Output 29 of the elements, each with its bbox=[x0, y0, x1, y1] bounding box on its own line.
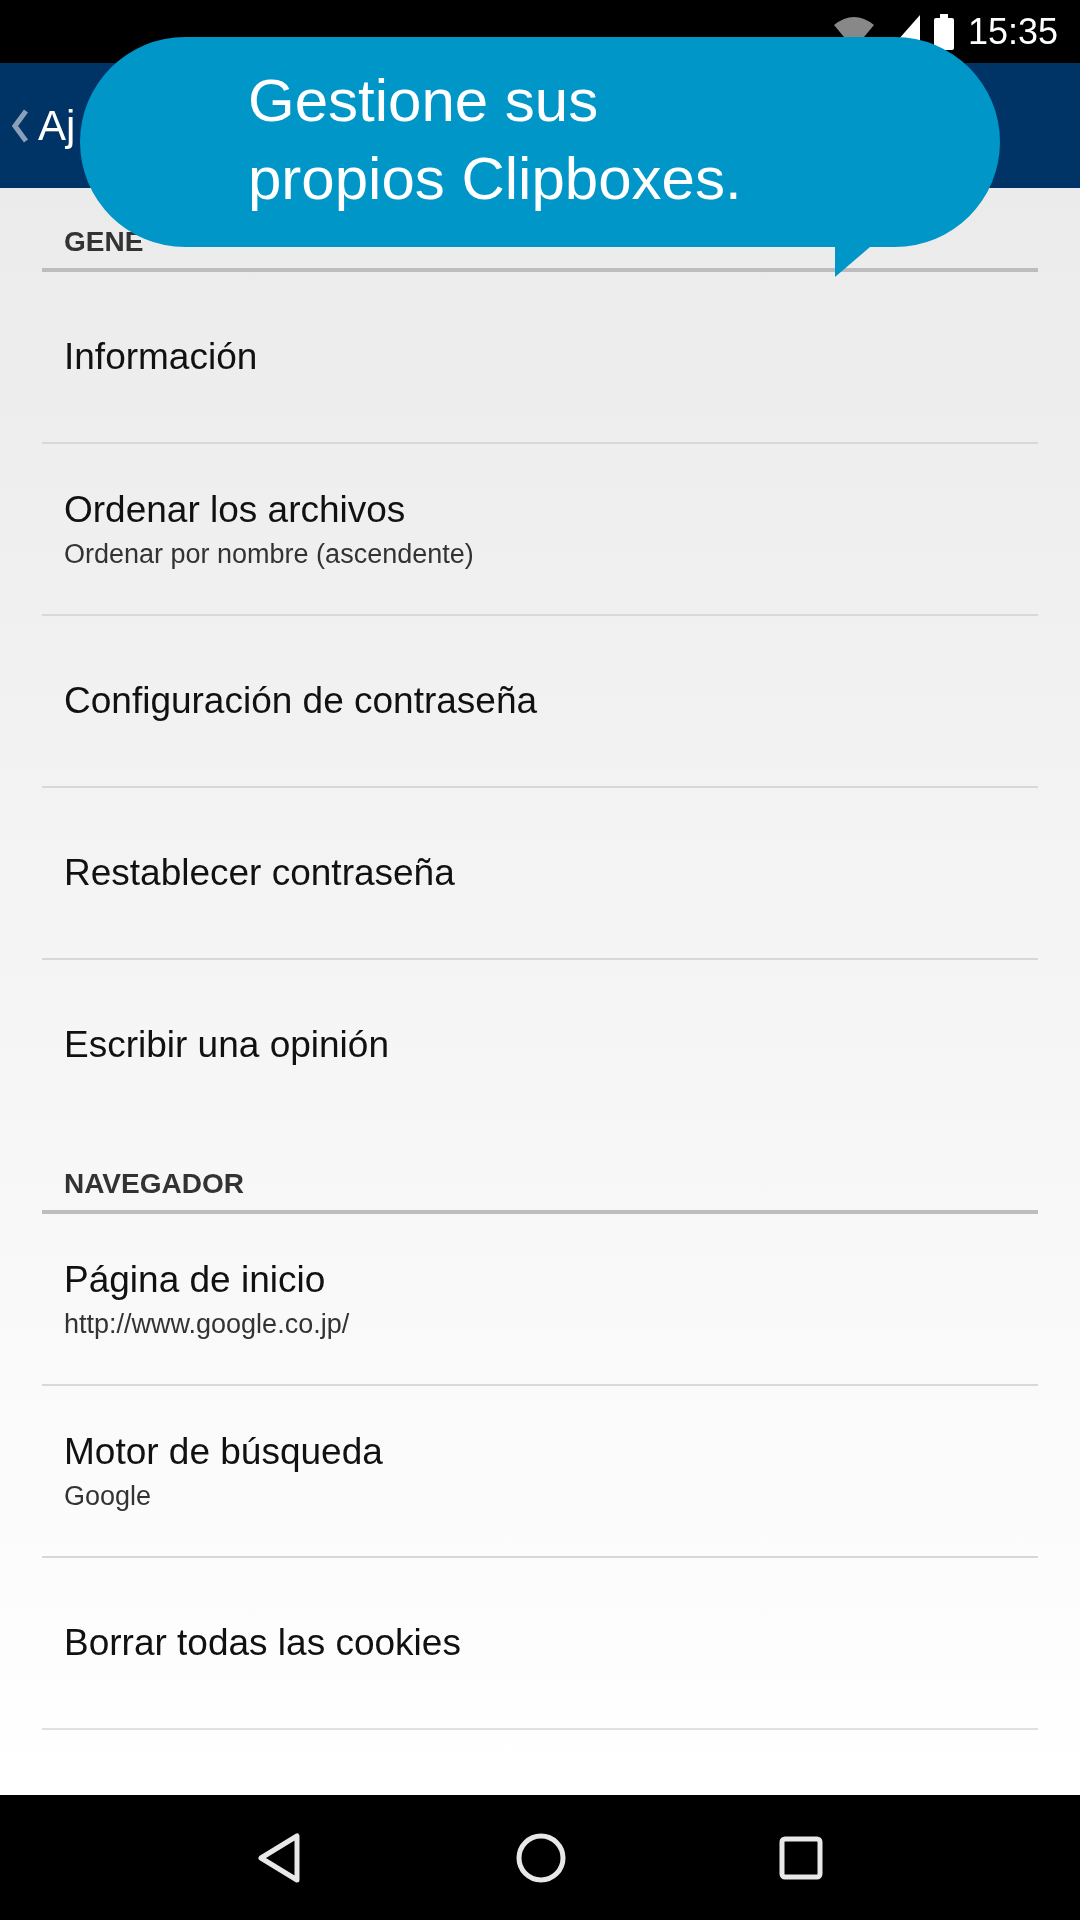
item-title: Información bbox=[64, 336, 259, 378]
item-summary: Ordenar por nombre (ascendente) bbox=[64, 538, 475, 570]
settings-item[interactable]: Configuración de contraseña bbox=[42, 616, 1038, 788]
settings-item[interactable]: Ordenar los archivos Ordenar por nombre (ascendente) bbox=[42, 444, 1038, 616]
settings-item[interactable]: Motor de búsqueda Google bbox=[42, 1386, 1038, 1558]
back-icon[interactable] bbox=[256, 1831, 303, 1884]
callout-text: Gestione sus propios Clipboxes. bbox=[248, 66, 742, 214]
clock: 15:35 bbox=[967, 10, 1058, 53]
home-icon[interactable] bbox=[516, 1832, 566, 1883]
settings-item[interactable]: Restablecer contraseña bbox=[42, 788, 1038, 960]
item-title: Motor de búsqueda bbox=[64, 1430, 384, 1473]
recents-icon[interactable] bbox=[779, 1835, 824, 1880]
settings-item[interactable]: Página de inicio http://www.google.co.jp/ bbox=[42, 1214, 1038, 1386]
item-title: Escribir una opinión bbox=[64, 1024, 390, 1066]
item-summary: http://www.google.co.jp/ bbox=[64, 1308, 351, 1340]
settings-item[interactable]: Borrar todas las cookies bbox=[42, 1558, 1038, 1730]
item-title: Borrar todas las cookies bbox=[64, 1622, 462, 1664]
settings-item[interactable]: Escribir una opinión bbox=[42, 960, 1038, 1130]
item-summary: Google bbox=[64, 1480, 153, 1512]
screen-title: Aj bbox=[38, 101, 76, 150]
section-header: GENE bbox=[64, 226, 144, 258]
back-chevron-icon[interactable] bbox=[12, 108, 28, 143]
battery-icon bbox=[933, 13, 954, 50]
section-header: NAVEGADOR bbox=[64, 1168, 244, 1200]
item-title: Ordenar los archivos bbox=[64, 488, 407, 531]
item-title: Página de inicio bbox=[64, 1258, 327, 1301]
settings-item[interactable]: Información bbox=[42, 272, 1038, 444]
item-title: Configuración de contraseña bbox=[64, 680, 539, 722]
item-title: Restablecer contraseña bbox=[64, 852, 456, 894]
